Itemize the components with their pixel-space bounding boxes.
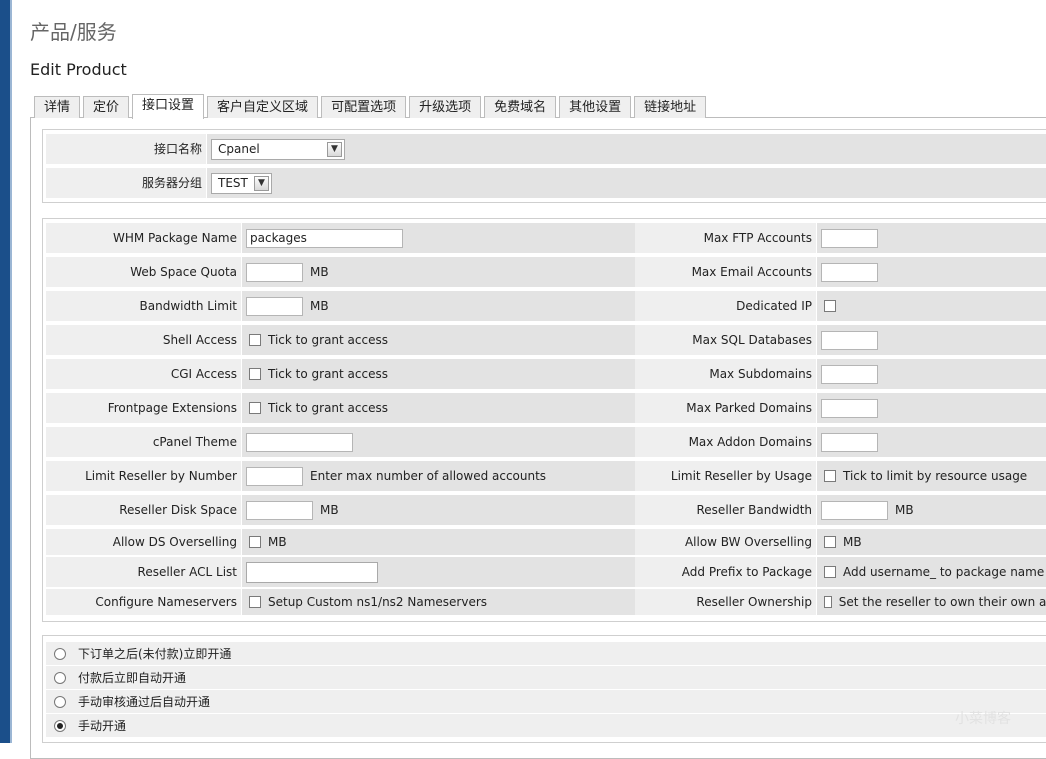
- parked-domains-input[interactable]: [821, 398, 878, 418]
- whm-package-label: WHM Package Name: [46, 223, 241, 253]
- sql-databases-input[interactable]: [821, 330, 878, 350]
- chevron-down-icon: ▼: [254, 175, 269, 191]
- frontpage-label: Frontpage Extensions: [46, 393, 241, 423]
- watermark: 小菜博客: [955, 711, 1011, 727]
- bandwidth-unit: MB: [310, 299, 329, 313]
- parked-domains-label: Max Parked Domains: [635, 393, 816, 423]
- subdomains-label: Max Subdomains: [635, 359, 816, 389]
- provision-review-label: 手动审核通过后自动开通: [78, 695, 211, 709]
- server-group-label: 服务器分组: [46, 168, 206, 198]
- subdomains-input[interactable]: [821, 364, 878, 384]
- reseller-bandwidth-input[interactable]: [821, 500, 888, 520]
- ftp-accounts-label: Max FTP Accounts: [635, 223, 816, 253]
- tab-details[interactable]: 详情: [34, 96, 81, 118]
- provision-order-label: 下订单之后(未付款)立即开通: [78, 647, 232, 661]
- bw-overselling-label: Allow BW Overselling: [635, 529, 816, 555]
- web-space-unit: MB: [310, 265, 329, 279]
- email-accounts-input[interactable]: [821, 262, 878, 282]
- addon-domains-input[interactable]: [821, 432, 878, 452]
- limit-number-label: Limit Reseller by Number: [46, 461, 241, 491]
- provision-option-review[interactable]: 手动审核通过后自动开通: [46, 690, 1046, 713]
- provision-payment-label: 付款后立即自动开通: [78, 671, 187, 685]
- web-space-input[interactable]: [246, 262, 303, 282]
- provision-option-payment[interactable]: 付款后立即自动开通: [46, 666, 1046, 689]
- page-title: 产品/服务: [30, 20, 117, 44]
- left-sidebar-edge-highlight: [10, 0, 12, 743]
- email-accounts-label: Max Email Accounts: [635, 257, 816, 287]
- reseller-bandwidth-label: Reseller Bandwidth: [635, 495, 816, 525]
- provision-payment-radio[interactable]: [54, 671, 66, 684]
- cgi-access-text: Tick to grant access: [268, 367, 388, 381]
- cpanel-theme-input[interactable]: [246, 432, 353, 452]
- nameservers-label: Configure Nameservers: [46, 589, 241, 615]
- tab-pricing[interactable]: 定价: [83, 96, 130, 118]
- cgi-access-checkbox[interactable]: [249, 368, 261, 380]
- reseller-ownership-label: Reseller Ownership: [635, 589, 816, 615]
- tab-upgrades[interactable]: 升级选项: [409, 96, 482, 118]
- bw-overselling-text: MB: [843, 535, 862, 549]
- tab-module-settings[interactable]: 接口设置: [132, 94, 205, 119]
- module-name-value: Cpanel: [218, 142, 260, 156]
- shell-access-label: Shell Access: [46, 325, 241, 355]
- module-config-box: WHM Package Name Web Space Quota MB Band…: [42, 218, 1046, 622]
- module-name-label: 接口名称: [46, 134, 206, 164]
- addon-domains-label: Max Addon Domains: [635, 427, 816, 457]
- tab-other[interactable]: 其他设置: [559, 96, 632, 118]
- cpanel-theme-label: cPanel Theme: [46, 427, 241, 457]
- dedicated-ip-checkbox[interactable]: [824, 300, 836, 312]
- frontpage-checkbox[interactable]: [249, 402, 261, 414]
- limit-usage-label: Limit Reseller by Usage: [635, 461, 816, 491]
- bw-overselling-checkbox[interactable]: [824, 536, 836, 548]
- nameservers-checkbox[interactable]: [249, 596, 261, 608]
- limit-usage-text: Tick to limit by resource usage: [843, 469, 1028, 483]
- acl-list-label: Reseller ACL List: [46, 557, 241, 587]
- disk-space-unit: MB: [320, 503, 339, 517]
- module-box: 接口名称 Cpanel ▼ 服务器分组 TEST ▼: [42, 129, 1046, 203]
- provision-manual-label: 手动开通: [78, 719, 127, 733]
- tab-free-domain[interactable]: 免费域名: [484, 96, 557, 118]
- nameservers-text: Setup Custom ns1/ns2 Nameservers: [268, 595, 488, 609]
- ftp-accounts-input[interactable]: [821, 228, 878, 248]
- provision-option-manual[interactable]: 手动开通: [46, 714, 1046, 737]
- limit-number-text: Enter max number of allowed accounts: [310, 469, 547, 483]
- shell-access-checkbox[interactable]: [249, 334, 261, 346]
- module-name-select[interactable]: Cpanel ▼: [211, 138, 345, 160]
- reseller-ownership-text: Set the reseller to own their own ac: [838, 595, 1046, 609]
- page-subtitle: Edit Product: [30, 60, 127, 79]
- acl-list-select[interactable]: [246, 561, 378, 583]
- prefix-package-text: Add username_ to package name: [843, 565, 1045, 579]
- ds-overselling-label: Allow DS Overselling: [46, 529, 241, 555]
- frontpage-text: Tick to grant access: [268, 401, 388, 415]
- limit-number-input[interactable]: [246, 466, 303, 486]
- provision-order-radio[interactable]: [54, 647, 66, 660]
- reseller-ownership-checkbox[interactable]: [824, 596, 832, 608]
- disk-space-input[interactable]: [246, 500, 313, 520]
- prefix-package-checkbox[interactable]: [824, 566, 836, 578]
- provision-manual-radio[interactable]: [54, 719, 66, 732]
- tab-links[interactable]: 链接地址: [634, 96, 707, 118]
- reseller-bandwidth-unit: MB: [895, 503, 914, 517]
- dedicated-ip-label: Dedicated IP: [635, 291, 816, 321]
- provision-review-radio[interactable]: [54, 695, 66, 708]
- server-group-value: TEST: [218, 176, 248, 190]
- chevron-down-icon: ▼: [327, 141, 342, 157]
- tab-bar: 详情 定价 接口设置 客户自定义区域 可配置选项 升级选项 免费域名 其他设置 …: [34, 94, 709, 119]
- web-space-label: Web Space Quota: [46, 257, 241, 287]
- limit-usage-checkbox[interactable]: [824, 470, 836, 482]
- disk-space-label: Reseller Disk Space: [46, 495, 241, 525]
- bandwidth-label: Bandwidth Limit: [46, 291, 241, 321]
- provision-option-order[interactable]: 下订单之后(未付款)立即开通: [46, 642, 1046, 665]
- tab-custom-fields[interactable]: 客户自定义区域: [207, 96, 319, 118]
- ds-overselling-text: MB: [268, 535, 287, 549]
- tab-configurable-options[interactable]: 可配置选项: [321, 96, 407, 118]
- bandwidth-input[interactable]: [246, 296, 303, 316]
- left-sidebar-edge: [0, 0, 10, 743]
- ds-overselling-checkbox[interactable]: [249, 536, 261, 548]
- shell-access-text: Tick to grant access: [268, 333, 388, 347]
- whm-package-input[interactable]: [246, 228, 403, 248]
- cgi-access-label: CGI Access: [46, 359, 241, 389]
- prefix-package-label: Add Prefix to Package: [635, 557, 816, 587]
- sql-databases-label: Max SQL Databases: [635, 325, 816, 355]
- server-group-select[interactable]: TEST ▼: [211, 172, 272, 194]
